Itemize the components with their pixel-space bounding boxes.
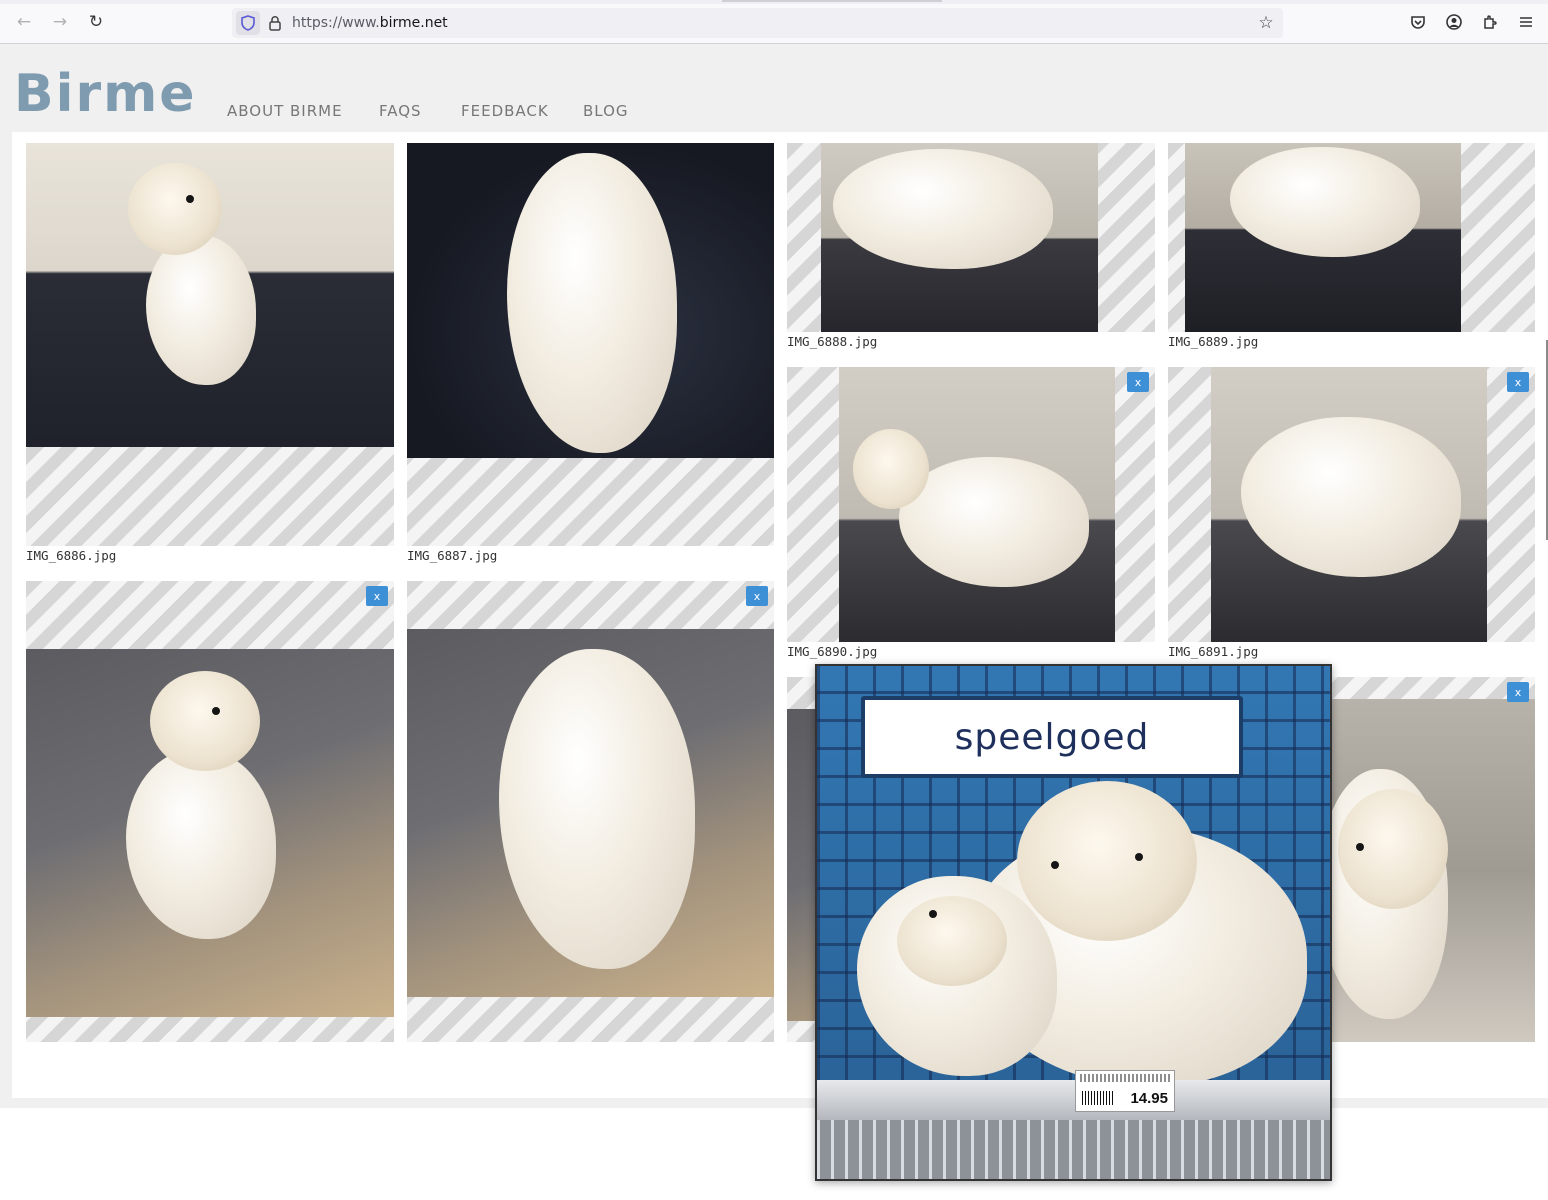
tracking-protection-shield-icon[interactable] [236, 11, 260, 35]
image-caption: IMG_6888.jpg [787, 334, 878, 349]
image-preview-popup: speelgoed 14.95 [815, 664, 1332, 1181]
sheep-body [1241, 417, 1461, 577]
image-tile-6891[interactable]: x [1168, 367, 1535, 642]
remove-image-button[interactable]: x [366, 586, 388, 606]
menu-item-blog[interactable]: BLOG [583, 102, 629, 120]
store-sign: speelgoed [861, 696, 1243, 778]
pocket-icon[interactable] [1407, 11, 1429, 33]
sheep-body [126, 749, 276, 939]
image-tile[interactable]: x [26, 581, 394, 1042]
price-tag: 14.95 [1075, 1070, 1175, 1112]
price-tag-text [1080, 1074, 1170, 1082]
image-tile-6889[interactable] [1168, 143, 1535, 332]
url-prefix: https://www. [292, 15, 380, 31]
sheep-body [499, 649, 695, 969]
sheep-head [150, 671, 260, 771]
browser-toolbar: ← → ↻ https://www.birme.net ☆ [0, 0, 1548, 44]
image-tile-6888[interactable] [787, 143, 1155, 332]
sheep-head [897, 896, 1007, 986]
remove-image-button[interactable]: x [1127, 372, 1149, 392]
active-tab-indicator [722, 0, 942, 2]
image-caption: IMG_6886.jpg [26, 548, 117, 563]
remove-image-button[interactable]: x [1507, 682, 1529, 702]
image-caption: IMG_6890.jpg [787, 644, 878, 659]
url-text[interactable]: https://www.birme.net [292, 15, 448, 31]
image-preview [407, 629, 774, 997]
menu-icon[interactable] [1515, 11, 1537, 33]
reload-icon[interactable]: ↻ [84, 10, 108, 34]
store-sign-text: speelgoed [954, 716, 1150, 758]
image-caption: IMG_6889.jpg [1168, 334, 1259, 349]
image-preview [821, 143, 1098, 332]
image-preview [1211, 367, 1487, 642]
store-shelf [817, 1080, 1330, 1120]
sheep-body [146, 235, 256, 385]
image-caption: IMG_6887.jpg [407, 548, 498, 563]
image-tile-6887[interactable] [407, 143, 774, 546]
image-tile-6890[interactable]: x [787, 367, 1155, 642]
sheep-head [128, 163, 222, 255]
menu-item-about[interactable]: ABOUT BIRME [227, 102, 343, 120]
arrow-right-icon[interactable]: → [48, 10, 72, 34]
sheep-head [853, 429, 929, 509]
image-preview [839, 367, 1115, 642]
url-host: birme.net [379, 15, 448, 31]
sheep-body [507, 153, 677, 453]
image-tile-6886[interactable] [26, 143, 394, 546]
account-icon[interactable] [1443, 11, 1465, 33]
price-value: 14.95 [1130, 1090, 1168, 1107]
star-icon[interactable]: ☆ [1255, 12, 1277, 34]
arrow-left-icon[interactable]: ← [12, 10, 36, 34]
menu-item-feedback[interactable]: FEEDBACK [461, 102, 549, 120]
menu-item-faqs[interactable]: FAQS [379, 102, 422, 120]
image-preview [26, 143, 394, 447]
site-logo[interactable]: Birme [14, 64, 197, 124]
image-preview [1185, 143, 1461, 332]
address-bar[interactable]: https://www.birme.net ☆ [232, 8, 1283, 38]
image-caption: IMG_6891.jpg [1168, 644, 1259, 659]
sheep-head [1017, 781, 1197, 941]
sheep-body [1230, 147, 1420, 257]
barcode [1082, 1091, 1114, 1105]
sheep-body [833, 149, 1053, 269]
image-tile[interactable]: x [407, 581, 774, 1042]
remove-image-button[interactable]: x [1507, 372, 1529, 392]
image-preview [407, 143, 774, 458]
remove-image-button[interactable]: x [746, 586, 768, 606]
sheep-head [1338, 789, 1448, 909]
extensions-icon[interactable] [1479, 11, 1501, 33]
image-preview [26, 649, 394, 1017]
lock-icon[interactable] [266, 14, 284, 32]
store-basket [817, 1120, 1330, 1179]
